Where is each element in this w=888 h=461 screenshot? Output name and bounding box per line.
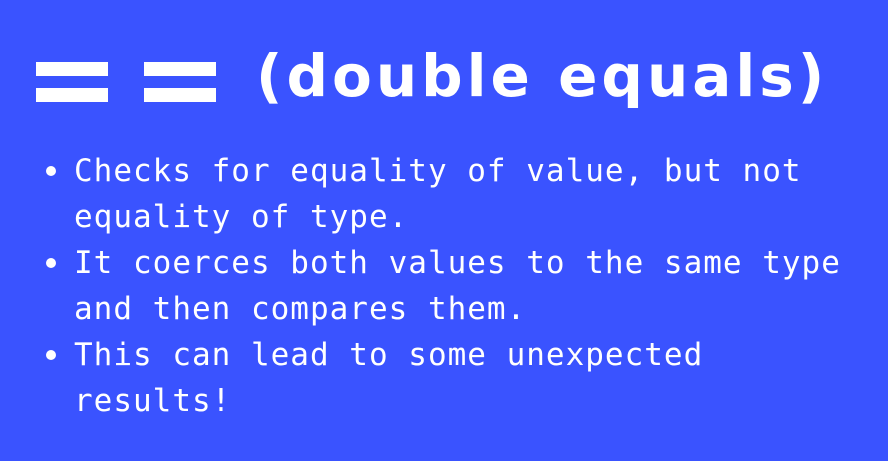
- bullet-dot-icon: [46, 258, 56, 268]
- equals-bar-bottom: [36, 88, 108, 102]
- bullet-text: This can lead to some unexpected results…: [74, 337, 704, 419]
- bullet-list: Checks for equality of value, but not eq…: [44, 148, 844, 424]
- equals-bar-top: [36, 62, 108, 76]
- bullet-item: It coerces both values to the same type …: [44, 240, 844, 332]
- slide: (double equals) Checks for equality of v…: [0, 0, 888, 461]
- bullet-item: This can lead to some unexpected results…: [44, 332, 844, 424]
- title-text: (double equals): [256, 42, 829, 110]
- bullet-text: Checks for equality of value, but not eq…: [74, 153, 802, 235]
- slide-title: (double equals): [36, 36, 828, 116]
- bullet-dot-icon: [46, 166, 56, 176]
- bullet-item: Checks for equality of value, but not eq…: [44, 148, 844, 240]
- equals-bar-bottom: [144, 88, 216, 102]
- bullet-dot-icon: [46, 350, 56, 360]
- double-equals-symbol-second: [144, 50, 216, 102]
- bullet-text: It coerces both values to the same type …: [74, 245, 841, 327]
- equals-bar-top: [144, 62, 216, 76]
- double-equals-symbol: [36, 50, 108, 102]
